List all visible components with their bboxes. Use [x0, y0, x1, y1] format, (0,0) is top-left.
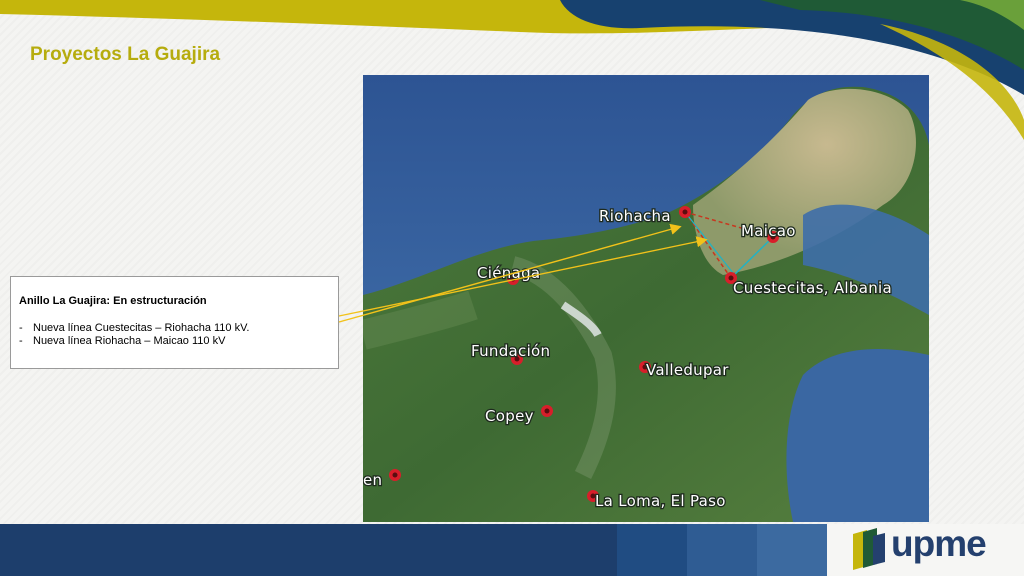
marker-en	[389, 469, 401, 481]
slide-title: Proyectos La Guajira	[30, 44, 221, 65]
city-label-cienaga: Ciénaga	[477, 264, 540, 282]
city-label-en: en	[363, 471, 382, 489]
project-info-box: Anillo La Guajira: En estructuración - N…	[10, 276, 339, 369]
city-label-fundacion: Fundación	[471, 342, 550, 360]
marker-riohacha	[679, 206, 691, 218]
footer-block	[757, 524, 827, 576]
list-bullet: -	[19, 322, 23, 334]
list-bullet: -	[19, 335, 23, 347]
footer-block	[687, 524, 757, 576]
upme-logo: upme	[827, 524, 1024, 576]
info-box-heading: Anillo La Guajira: En estructuración	[19, 295, 207, 307]
marker-copey	[541, 405, 553, 417]
line-item-text: Nueva línea Cuestecitas – Riohacha 110 k…	[33, 322, 250, 334]
city-label-la-loma: La Loma, El Paso	[595, 492, 726, 510]
logo-text: upme	[891, 523, 987, 564]
upme-logo-mark-icon	[853, 528, 885, 570]
city-label-maicao: Maicao	[741, 222, 796, 240]
footer-bar: upme	[0, 524, 1024, 576]
line-item-text: Nueva línea Riohacha – Maicao 110 kV	[33, 335, 226, 347]
city-label-valledupar: Valledupar	[646, 361, 729, 379]
city-label-riohacha: Riohacha	[599, 207, 671, 225]
project-line-list: - Nueva línea Cuestecitas – Riohacha 110…	[19, 322, 330, 348]
list-item: - Nueva línea Cuestecitas – Riohacha 110…	[19, 322, 330, 335]
footer-block	[617, 524, 687, 576]
city-label-cuestecitas: Cuestecitas, Albania	[733, 279, 892, 297]
list-item: - Nueva línea Riohacha – Maicao 110 kV	[19, 335, 330, 348]
satellite-map: Riohacha Maicao Ciénaga Cuestecitas, Alb…	[363, 75, 929, 522]
city-label-copey: Copey	[485, 407, 534, 425]
